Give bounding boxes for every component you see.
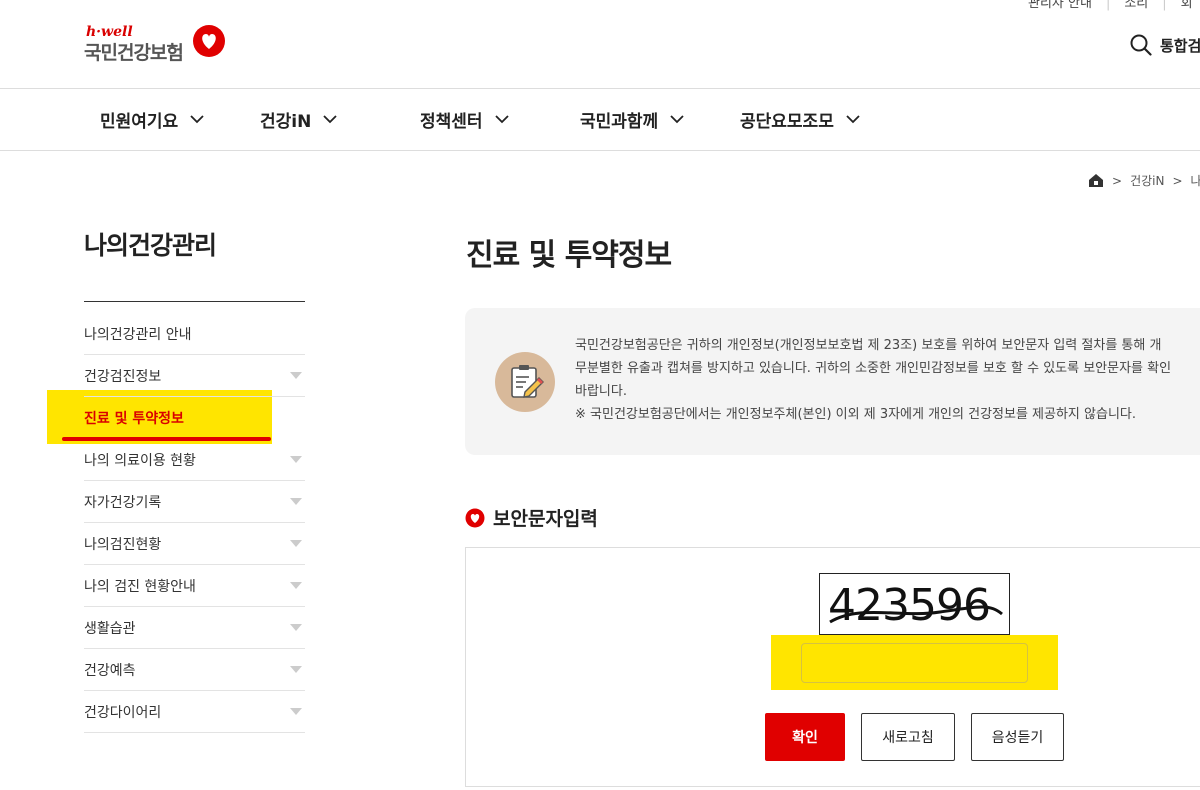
breadcrumb-item[interactable]: 나 [1191,172,1200,189]
site-logo[interactable]: h·well 국민건강보험 [84,24,225,65]
page-title: 진료 및 투약정보 [466,238,672,273]
lnb-item-label: 건강예측 [84,662,136,679]
caret-down-icon [290,624,302,631]
chevron-right-icon: > [1172,173,1183,188]
lnb-item-label: 생활습관 [84,620,136,637]
caret-down-icon [290,540,302,547]
breadcrumb: > 건강iN > 나 [1088,172,1200,189]
side-navigation: 나의건강관리 안내 건강검진정보 진료 및 투약정보 나의 의료이용 현황 자가… [84,313,305,733]
utility-links: 관리자 안내 | 소리 | 회 [1028,0,1200,11]
gnb-item-about[interactable]: 공단요모조모 [740,107,860,132]
caret-down-icon [290,582,302,589]
refresh-button[interactable]: 새로고침 [861,713,955,761]
util-link-member[interactable]: 회 [1181,0,1193,11]
notice-line: 무분별한 유출과 캡쳐를 방지하고 있습니다. 귀하의 소중한 개인민감정보를 … [575,361,1172,376]
search-label: 통합검 [1160,36,1200,55]
chevron-down-icon [190,115,204,124]
audio-captcha-button[interactable]: 음성듣기 [971,713,1064,761]
caret-down-icon [290,372,302,379]
chevron-down-icon [846,115,860,124]
gnb-item-label: 공단요모조모 [740,112,834,132]
home-icon[interactable] [1088,173,1104,188]
gnb-item-label: 건강iN [260,112,312,132]
captcha-image: 423596 [819,573,1010,635]
notice-line: 국민건강보험공단은 귀하의 개인정보(개인정보보호법 제 23조) 보호를 위하… [575,338,1162,353]
logo-name-text: 국민건강보험 [84,42,184,64]
lnb-item-label: 나의건강관리 안내 [84,326,192,343]
gnb-item-public[interactable]: 국민과함께 [580,107,684,132]
lnb-item-health-prediction[interactable]: 건강예측 [84,649,305,691]
notice-text: 국민건강보험공단은 귀하의 개인정보(개인정보보호법 제 23조) 보호를 위하… [575,334,1171,426]
clipboard-pencil-icon [511,365,544,398]
gnb-item-label: 국민과함께 [580,112,659,132]
gnb-item-civil[interactable]: 민원여기요 [100,107,204,132]
underline-marker [62,437,271,441]
section-title-label: 보안문자입력 [493,508,598,530]
util-link-admin[interactable]: 관리자 안내 [1028,0,1092,11]
lnb-item-label: 나의검진현황 [84,536,162,553]
gnb-item-health-in[interactable]: 건강iN [260,107,337,132]
chevron-down-icon [494,115,509,124]
lnb-item-label: 건강검진정보 [84,368,162,385]
notice-line: ※ 국민건강보험공단에서는 개인정보주체(본인) 이외 제 3자에게 개인의 건… [575,407,1136,422]
caret-down-icon [290,666,302,673]
lnb-item-checkup-status[interactable]: 나의검진현황 [84,523,305,565]
notice-line: 바랍니다. [575,384,627,399]
util-link-sound[interactable]: 소리 [1124,0,1148,11]
divider [84,301,305,302]
util-divider: | [1105,0,1111,11]
gnb-item-policy[interactable]: 정책센터 [420,107,509,132]
chevron-right-icon: > [1112,173,1123,188]
confirm-button[interactable]: 확인 [765,713,845,761]
notice-icon-circle [495,352,555,412]
heart-bullet-icon [465,508,485,527]
lnb-item-label: 나의 검진 현황안내 [84,578,196,595]
main-navigation: 민원여기요 건강iN 정책센터 국민과함께 공단요모조모 [0,88,1200,151]
lnb-item-label: 자가건강기록 [84,494,162,511]
lnb-item-label: 나의 의료이용 현황 [84,452,196,469]
caret-down-icon [290,708,302,715]
chevron-down-icon [670,115,684,124]
captcha-input[interactable] [801,643,1028,683]
lnb-item-medical-usage[interactable]: 나의 의료이용 현황 [84,439,305,481]
lnb-item-label: 건강다이어리 [84,704,162,721]
lnb-item-treatment-medication[interactable]: 진료 및 투약정보 [84,397,305,439]
caret-down-icon [290,498,302,505]
lnb-item-label: 진료 및 투약정보 [84,411,184,427]
integrated-search[interactable]: 통합검 [1130,34,1200,56]
util-divider: | [1162,0,1167,11]
heart-logo-icon [193,25,225,57]
lnb-item-guide[interactable]: 나의건강관리 안내 [84,313,305,355]
gnb-item-label: 민원여기요 [100,112,179,132]
lnb-item-checkup-status-guide[interactable]: 나의 검진 현황안내 [84,565,305,607]
chevron-down-icon [323,115,337,124]
section-title: 보안문자입력 [465,504,598,531]
lnb-title: 나의건강관리 [84,231,217,260]
search-icon [1130,34,1152,56]
captcha-text: 423596 [828,580,990,631]
privacy-notice: 국민건강보험공단은 귀하의 개인정보(개인정보보호법 제 23조) 보호를 위하… [465,308,1200,455]
lnb-item-self-record[interactable]: 자가건강기록 [84,481,305,523]
breadcrumb-item[interactable]: 건강iN [1130,172,1164,189]
lnb-item-health-diary[interactable]: 건강다이어리 [84,691,305,733]
caret-down-icon [290,456,302,463]
lnb-item-lifestyle[interactable]: 생활습관 [84,607,305,649]
gnb-item-label: 정책센터 [420,112,483,132]
lnb-item-checkup-info[interactable]: 건강검진정보 [84,355,305,397]
